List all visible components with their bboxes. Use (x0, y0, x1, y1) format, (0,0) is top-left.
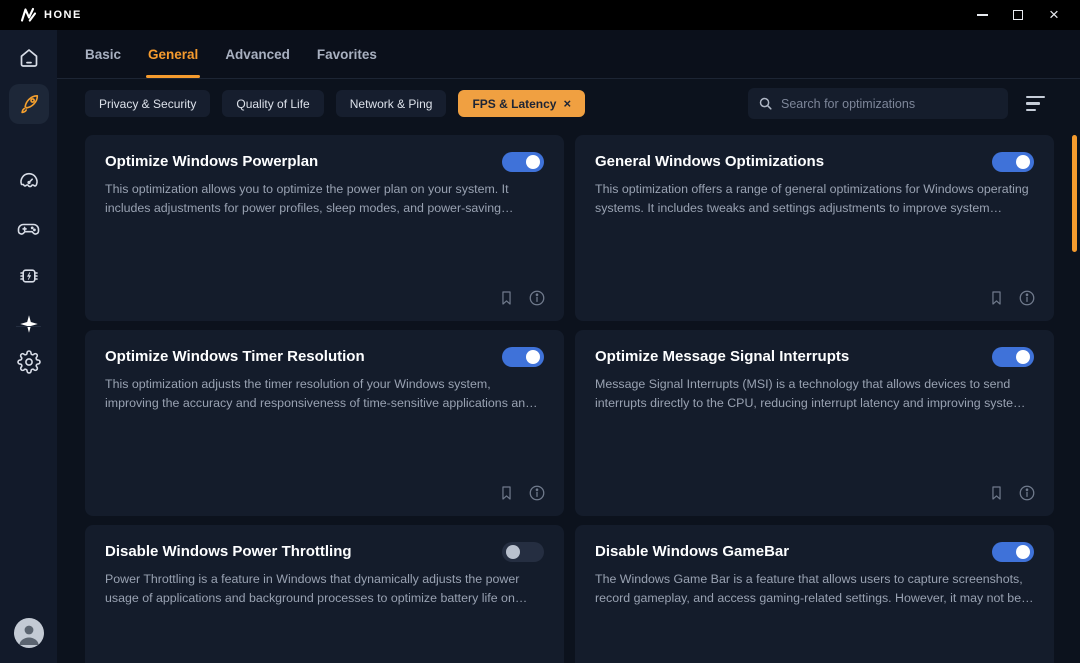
sidebar-item-optimizations[interactable] (9, 84, 49, 124)
chip-close-icon[interactable]: × (563, 97, 571, 110)
sidebar-item-games[interactable] (9, 209, 49, 249)
card-toggle[interactable] (502, 347, 544, 367)
hone-logo-icon (20, 7, 37, 23)
chip-label: FPS & Latency (472, 97, 556, 111)
maximize-button[interactable] (1004, 3, 1032, 27)
gauge-icon (17, 170, 41, 194)
rocket-icon (17, 92, 41, 116)
card-optimize-windows-timer-resolution: Optimize Windows Timer Resolution This o… (85, 330, 564, 516)
card-description: The Windows Game Bar is a feature that a… (595, 570, 1034, 608)
filter-chips: Privacy & Security Quality of Life Netwo… (85, 90, 585, 117)
bookmark-icon[interactable] (498, 484, 515, 502)
person-icon (14, 618, 44, 648)
sidebar-divider (16, 326, 41, 327)
tab-favorites[interactable]: Favorites (317, 30, 377, 78)
chip-fps-latency[interactable]: FPS & Latency × (458, 90, 585, 117)
sidebar-item-premium[interactable] (9, 304, 49, 344)
card-title: Optimize Message Signal Interrupts (595, 348, 1034, 365)
info-icon[interactable] (528, 289, 546, 307)
gear-icon (17, 350, 41, 374)
tab-label: General (148, 47, 198, 62)
chip-icon (17, 264, 41, 288)
tab-label: Favorites (317, 47, 377, 62)
toggle-knob (1016, 350, 1030, 364)
optimization-cards: Optimize Windows Powerplan This optimiza… (85, 135, 1054, 663)
bookmark-icon[interactable] (988, 484, 1005, 502)
chip-label: Quality of Life (236, 97, 309, 111)
sparkle-icon (18, 313, 40, 335)
info-icon[interactable] (1018, 484, 1036, 502)
gamepad-icon (16, 217, 41, 241)
chip-label: Network & Ping (350, 97, 433, 111)
bookmark-icon[interactable] (988, 289, 1005, 307)
app-title: HONE (44, 9, 82, 21)
card-title: Disable Windows Power Throttling (105, 543, 544, 560)
sidebar-item-performance[interactable] (9, 162, 49, 202)
search-bar[interactable] (748, 88, 1008, 119)
card-disable-windows-power-throttling: Disable Windows Power Throttling Power T… (85, 525, 564, 663)
avatar[interactable] (14, 618, 44, 648)
sort-icon (1026, 96, 1045, 99)
scrollbar-thumb[interactable] (1072, 135, 1077, 252)
info-icon[interactable] (1018, 289, 1036, 307)
sort-filter-button[interactable] (1026, 96, 1046, 112)
card-toggle[interactable] (502, 152, 544, 172)
toggle-knob (1016, 545, 1030, 559)
card-title: Optimize Windows Powerplan (105, 153, 544, 170)
tab-bar: Basic General Advanced Favorites (57, 30, 1080, 79)
chip-label: Privacy & Security (99, 97, 196, 111)
titlebar: HONE × (0, 0, 1080, 30)
card-toggle[interactable] (502, 542, 544, 562)
card-title: General Windows Optimizations (595, 153, 1034, 170)
minimize-icon (977, 14, 988, 16)
card-title: Disable Windows GameBar (595, 543, 1034, 560)
card-description: This optimization allows you to optimize… (105, 180, 544, 218)
close-button[interactable]: × (1040, 3, 1068, 27)
maximize-icon (1013, 10, 1023, 20)
tab-basic[interactable]: Basic (85, 30, 121, 78)
sidebar-item-home[interactable] (9, 38, 49, 78)
chip-privacy-security[interactable]: Privacy & Security (85, 90, 210, 117)
sidebar-item-settings[interactable] (9, 342, 49, 382)
card-description: This optimization adjusts the timer reso… (105, 375, 544, 413)
card-title: Optimize Windows Timer Resolution (105, 348, 544, 365)
app-logo: HONE (0, 7, 82, 23)
card-toggle[interactable] (992, 152, 1034, 172)
sidebar-item-hardware[interactable] (9, 256, 49, 296)
tab-advanced[interactable]: Advanced (225, 30, 290, 78)
close-icon: × (1049, 5, 1059, 25)
card-toggle[interactable] (992, 542, 1034, 562)
toggle-knob (1016, 155, 1030, 169)
card-general-windows-optimizations: General Windows Optimizations This optim… (575, 135, 1054, 321)
card-description: Message Signal Interrupts (MSI) is a tec… (595, 375, 1034, 413)
bookmark-icon[interactable] (498, 289, 515, 307)
tab-label: Basic (85, 47, 121, 62)
toggle-knob (506, 545, 520, 559)
card-description: This optimization offers a range of gene… (595, 180, 1034, 218)
home-icon (17, 46, 41, 70)
tab-general[interactable]: General (148, 30, 198, 78)
toolbar: Privacy & Security Quality of Life Netwo… (57, 80, 1080, 127)
card-toggle[interactable] (992, 347, 1034, 367)
toggle-knob (526, 350, 540, 364)
info-icon[interactable] (528, 484, 546, 502)
search-input[interactable] (781, 97, 998, 111)
search-icon (758, 96, 773, 111)
chip-network-ping[interactable]: Network & Ping (336, 90, 447, 117)
card-description: Power Throttling is a feature in Windows… (105, 570, 544, 608)
chip-quality-of-life[interactable]: Quality of Life (222, 90, 323, 117)
card-optimize-windows-powerplan: Optimize Windows Powerplan This optimiza… (85, 135, 564, 321)
tab-label: Advanced (225, 47, 290, 62)
toggle-knob (526, 155, 540, 169)
minimize-button[interactable] (968, 3, 996, 27)
sidebar (0, 30, 57, 663)
card-disable-windows-gamebar: Disable Windows GameBar The Windows Game… (575, 525, 1054, 663)
card-optimize-message-signal-interrupts: Optimize Message Signal Interrupts Messa… (575, 330, 1054, 516)
